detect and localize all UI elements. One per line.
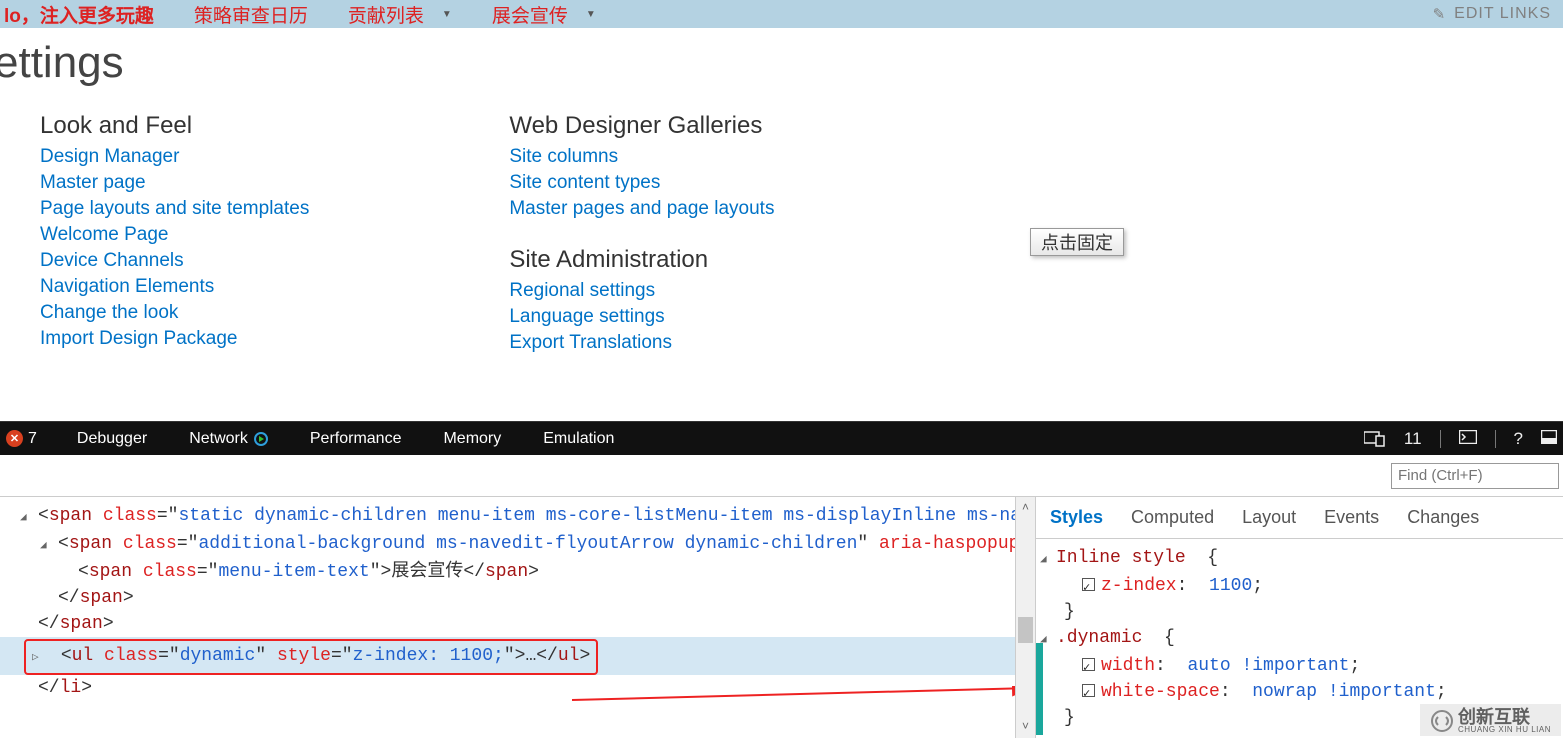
nav-item-exhibition-promo[interactable]: 展会宣传 ▼ — [492, 1, 596, 28]
link-master-pages-layouts[interactable]: Master pages and page layouts — [509, 198, 774, 220]
tab-memory[interactable]: Memory — [443, 430, 501, 448]
edit-links-button[interactable]: ✎ EDIT LINKS — [1433, 5, 1551, 23]
dock-icon[interactable] — [1541, 429, 1557, 449]
link-site-columns[interactable]: Site columns — [509, 146, 774, 168]
find-input[interactable] — [1391, 463, 1559, 489]
nav-slogan: lo，注入更多玩趣 — [4, 1, 154, 28]
pin-here-tooltip[interactable]: 点击固定 — [1030, 228, 1124, 256]
dom-node[interactable]: <span class="menu-item-text">展会宣传</span> — [38, 559, 1031, 585]
property-checkbox[interactable] — [1082, 578, 1095, 591]
nav-item-strategy-calendar[interactable]: 策略审查日历 — [194, 1, 308, 28]
tab-debugger[interactable]: Debugger — [77, 430, 147, 448]
link-design-manager[interactable]: Design Manager — [40, 146, 309, 168]
watermark-brand: 创新互联 — [1458, 708, 1551, 726]
tab-computed[interactable]: Computed — [1131, 507, 1214, 528]
link-welcome-page[interactable]: Welcome Page — [40, 224, 309, 246]
expand-icon[interactable]: ▷ — [32, 645, 44, 671]
watermark-sub: CHUANG XIN HU LIAN — [1458, 726, 1551, 734]
tab-styles[interactable]: Styles — [1050, 507, 1103, 528]
link-import-design-package[interactable]: Import Design Package — [40, 328, 309, 350]
expand-icon[interactable]: ◢ — [20, 505, 32, 531]
tab-layout[interactable]: Layout — [1242, 507, 1296, 528]
devtools-tabbar: ✕ 7 Debugger Network Performance Memory … — [0, 422, 1563, 455]
collapse-icon[interactable]: ◢ — [1040, 547, 1052, 573]
category-heading: Web Designer Galleries — [509, 112, 774, 140]
pencil-icon: ✎ — [1433, 5, 1447, 23]
category-heading: Site Administration — [509, 246, 774, 274]
dom-close-tag[interactable]: </li> — [38, 675, 1031, 701]
help-icon[interactable]: ? — [1514, 429, 1523, 449]
styles-pane: Styles Computed Layout Events Changes ◢I… — [1035, 497, 1563, 738]
responsive-count: 11 — [1404, 429, 1422, 449]
edit-links-label: EDIT LINKS — [1454, 5, 1551, 23]
chevron-down-icon: ▼ — [442, 9, 452, 20]
page-title: ettings — [0, 28, 1563, 98]
dom-tree-pane: ◢<span class="static dynamic-children me… — [0, 497, 1035, 738]
nav-item-contribution-list[interactable]: 贡献列表 ▼ — [348, 1, 452, 28]
property-checkbox[interactable] — [1082, 684, 1095, 697]
chevron-down-icon: ▼ — [586, 9, 596, 20]
link-site-content-types[interactable]: Site content types — [509, 172, 774, 194]
tab-network[interactable]: Network — [189, 430, 268, 448]
error-icon: ✕ — [6, 430, 23, 447]
vertical-scrollbar[interactable]: ˄ ˅ — [1015, 497, 1035, 738]
devtools-right-icons: 11 ? — [1364, 429, 1557, 449]
dom-close-tag[interactable]: </span> — [38, 611, 1031, 637]
css-rule-dynamic[interactable]: ◢.dynamic { — [1056, 625, 1563, 653]
divider — [1440, 430, 1441, 448]
rule-source-indicator — [1036, 643, 1043, 735]
error-count: 7 — [28, 430, 37, 448]
watermark: 创新互联 CHUANG XIN HU LIAN — [1420, 704, 1561, 736]
nav-item-label: 贡献列表 — [348, 1, 424, 28]
link-change-look[interactable]: Change the look — [40, 302, 309, 324]
expand-icon[interactable]: ◢ — [40, 533, 52, 559]
devtools-panel: ✕ 7 Debugger Network Performance Memory … — [0, 421, 1563, 738]
scrollbar-thumb[interactable] — [1018, 617, 1033, 643]
devtools-body: ◢<span class="static dynamic-children me… — [0, 497, 1563, 738]
category-heading: Look and Feel — [40, 112, 309, 140]
console-icon[interactable] — [1459, 429, 1477, 449]
scroll-up-icon[interactable]: ˄ — [1022, 497, 1029, 519]
css-rule-inline[interactable]: ◢Inline style { — [1056, 545, 1563, 573]
divider — [1495, 430, 1496, 448]
settings-area: Look and Feel Design Manager Master page… — [0, 98, 1563, 356]
tab-performance[interactable]: Performance — [310, 430, 402, 448]
css-brace-close: } — [1056, 599, 1563, 625]
devtools-subtoolbar — [0, 455, 1563, 497]
css-property[interactable]: z-index: 1100; — [1056, 573, 1563, 599]
nav-item-label: 展会宣传 — [492, 1, 568, 28]
dom-node[interactable]: ◢<span class="static dynamic-children me… — [38, 503, 1031, 531]
scroll-down-icon[interactable]: ˅ — [1022, 716, 1029, 738]
css-property[interactable]: white-space: nowrap !important; — [1056, 679, 1563, 705]
record-icon — [254, 432, 268, 446]
link-master-page[interactable]: Master page — [40, 172, 309, 194]
link-language-settings[interactable]: Language settings — [509, 306, 774, 328]
dom-node-selected[interactable]: ▷ <ul class="dynamic" style="z-index: 11… — [0, 637, 1031, 675]
link-regional-settings[interactable]: Regional settings — [509, 280, 774, 302]
link-navigation-elements[interactable]: Navigation Elements — [40, 276, 309, 298]
tab-changes[interactable]: Changes — [1407, 507, 1479, 528]
css-property[interactable]: width: auto !important; — [1056, 653, 1563, 679]
settings-col-lookandfeel: Look and Feel Design Manager Master page… — [40, 98, 309, 356]
tab-emulation[interactable]: Emulation — [543, 430, 614, 448]
nav-item-label: 策略审查日历 — [194, 1, 308, 28]
top-navbar: lo，注入更多玩趣 策略审查日历 贡献列表 ▼ 展会宣传 ▼ ✎ EDIT LI… — [0, 0, 1563, 28]
link-page-layouts[interactable]: Page layouts and site templates — [40, 198, 309, 220]
settings-col-right: Web Designer Galleries Site columns Site… — [509, 98, 774, 356]
error-counter[interactable]: ✕ 7 — [6, 430, 37, 448]
responsive-icon[interactable] — [1364, 431, 1386, 447]
tab-network-label: Network — [189, 430, 248, 448]
watermark-logo-icon — [1430, 709, 1454, 733]
property-checkbox[interactable] — [1082, 658, 1095, 671]
link-export-translations[interactable]: Export Translations — [509, 332, 774, 354]
styles-tabbar: Styles Computed Layout Events Changes — [1036, 497, 1563, 539]
dom-node[interactable]: ◢<span class="additional-background ms-n… — [38, 531, 1031, 559]
link-device-channels[interactable]: Device Channels — [40, 250, 309, 272]
tab-events[interactable]: Events — [1324, 507, 1379, 528]
dom-close-tag[interactable]: </span> — [38, 585, 1031, 611]
